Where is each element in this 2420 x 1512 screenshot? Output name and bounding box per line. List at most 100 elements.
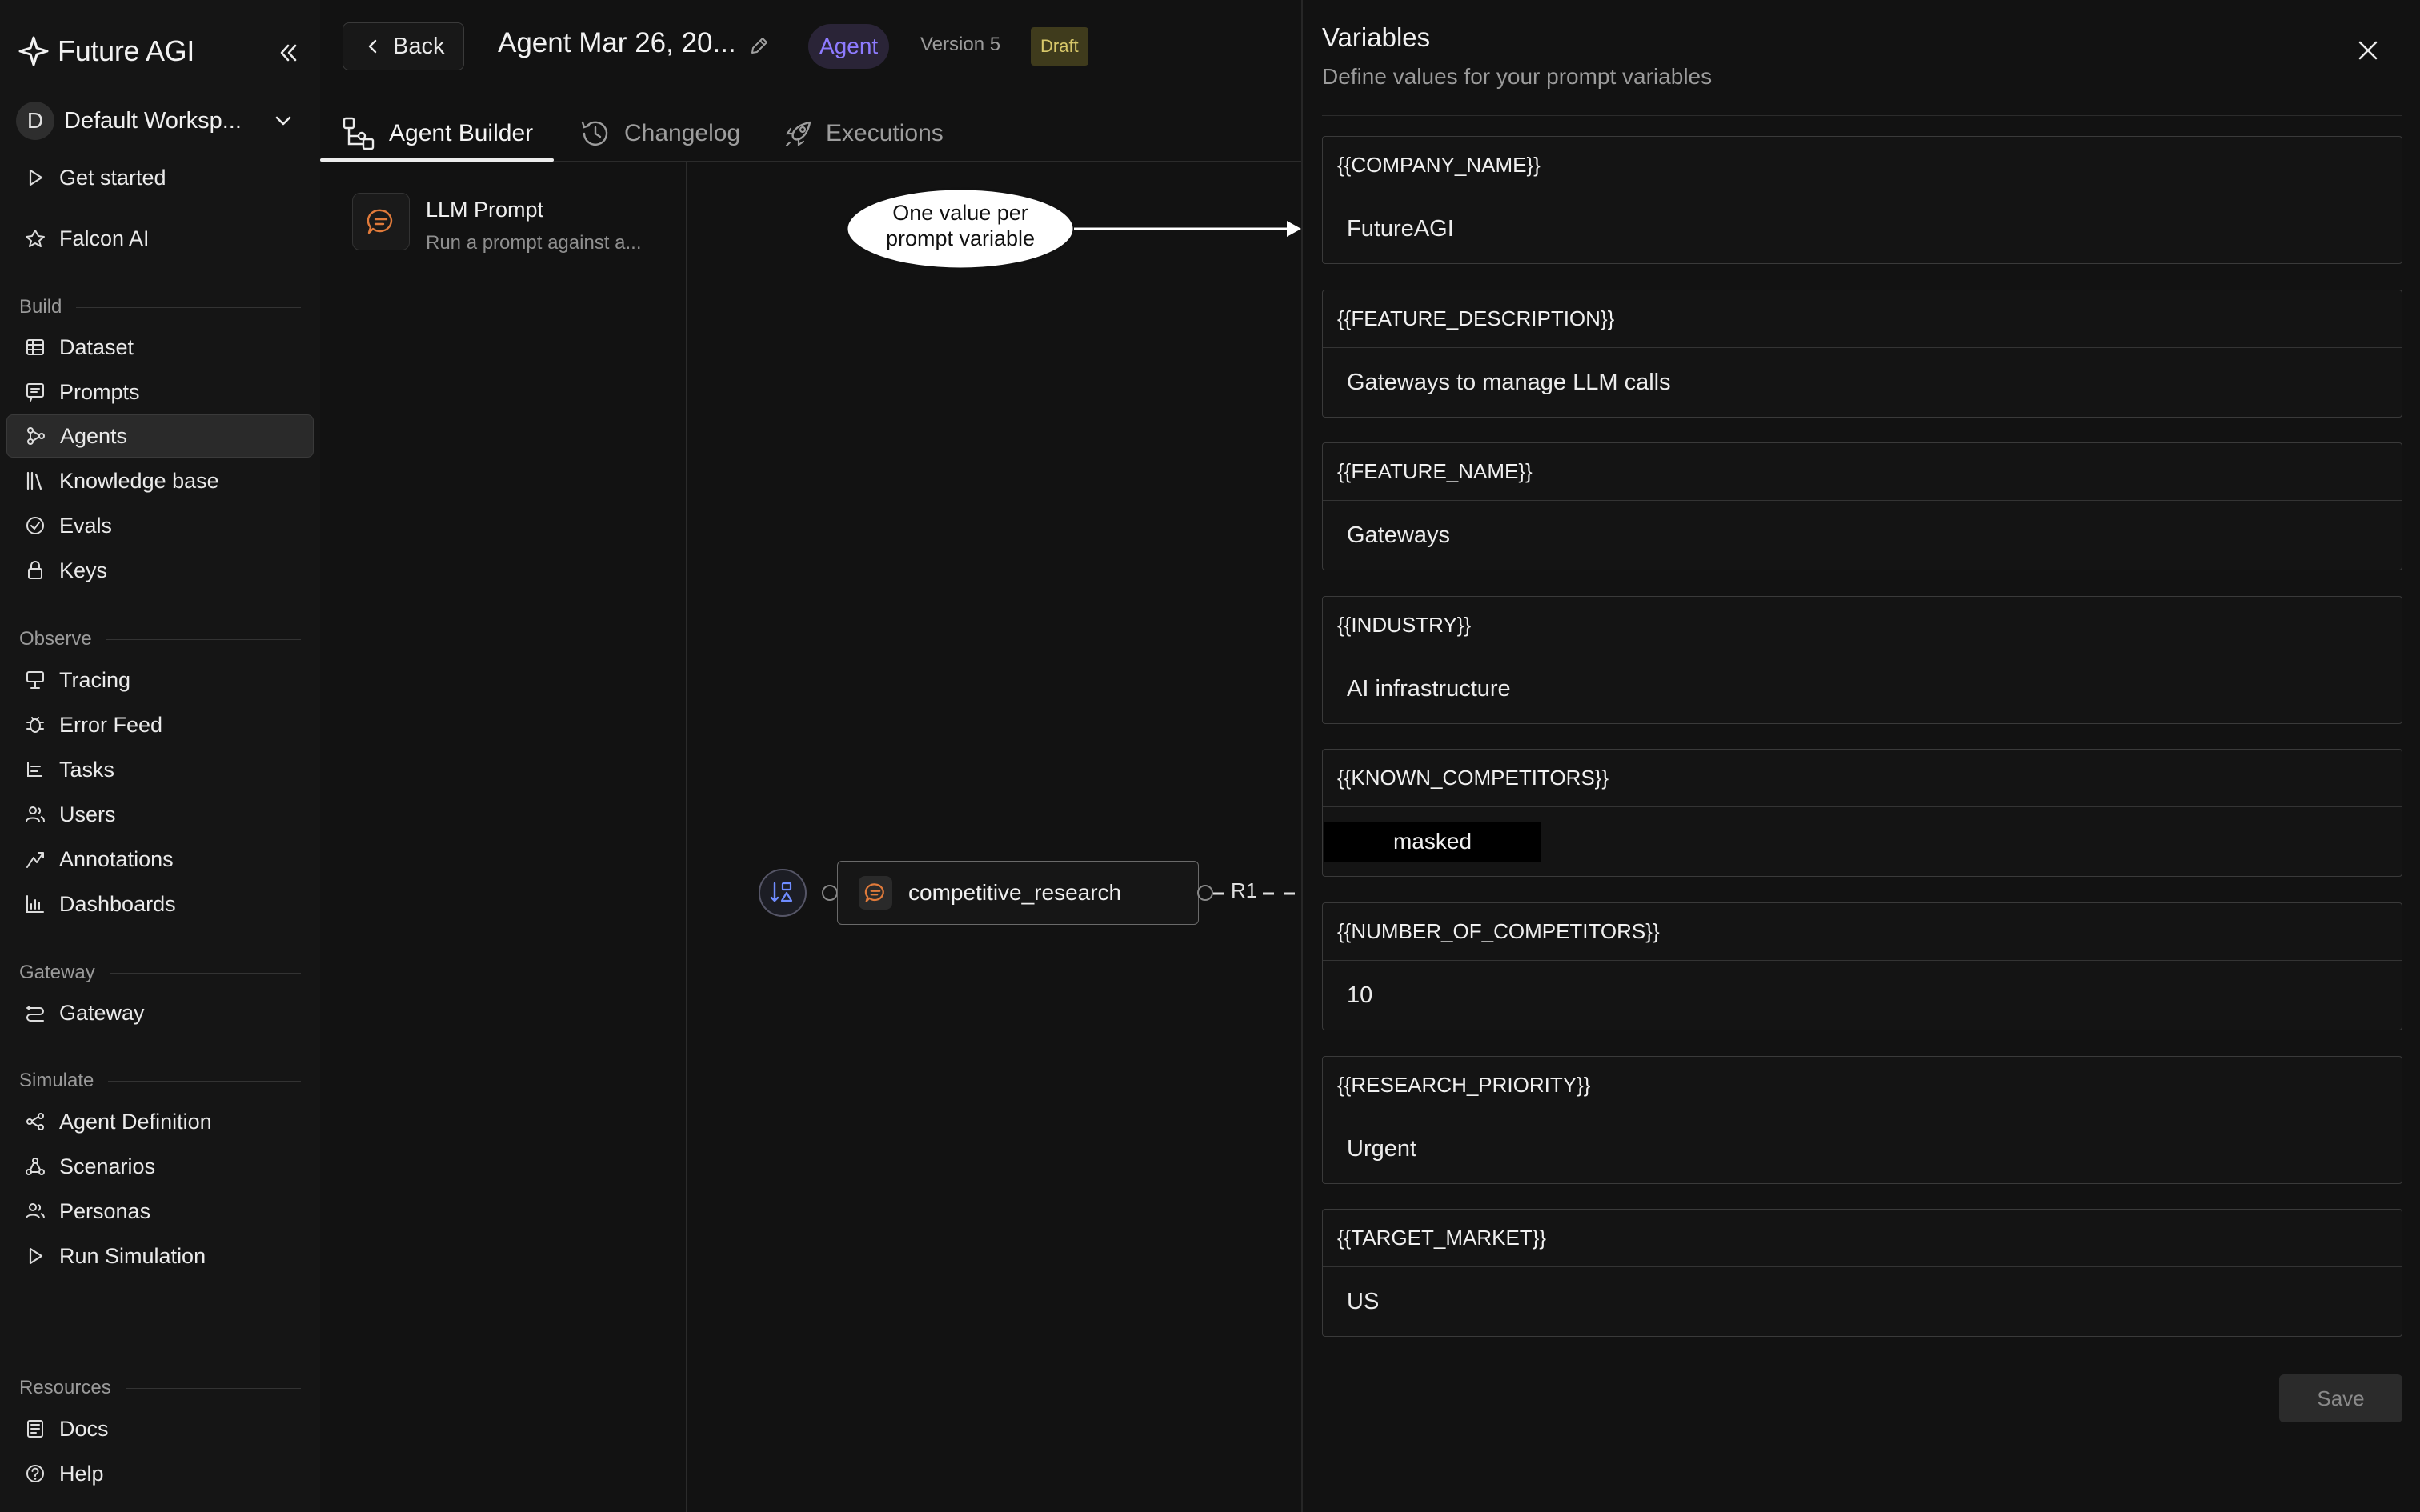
nav-falcon-ai[interactable]: Falcon AI	[6, 217, 314, 260]
brand-logo[interactable]: Future AGI	[18, 30, 194, 72]
chat-bubble-icon	[859, 876, 892, 910]
variable-card-research-priority: {{RESEARCH_PRIORITY}} Urgent	[1322, 1056, 2402, 1184]
nav-keys[interactable]: Keys	[6, 549, 314, 592]
nav-gateway[interactable]: Gateway	[6, 991, 314, 1034]
pencil-icon	[751, 38, 767, 54]
variable-name: {{INDUSTRY}}	[1323, 597, 2402, 654]
sort-shapes-icon	[770, 882, 793, 902]
nav-run-simulation[interactable]: Run Simulation	[6, 1234, 314, 1278]
nav-help[interactable]: Help	[6, 1452, 314, 1495]
variable-name: {{KNOWN_COMPETITORS}}	[1323, 750, 2402, 807]
start-node[interactable]	[759, 869, 807, 917]
variable-value-input[interactable]: 10	[1323, 961, 2402, 1030]
status-badge: Draft	[1031, 27, 1088, 66]
variable-value-input[interactable]: Gateways	[1323, 501, 2402, 570]
variable-card-target-market: {{TARGET_MARKET}} US	[1322, 1209, 2402, 1337]
variable-card-feature-name: {{FEATURE_NAME}} Gateways	[1322, 442, 2402, 570]
variable-card-known-competitors: {{KNOWN_COMPETITORS}} masked	[1322, 749, 2402, 877]
bar-chart-icon	[26, 895, 44, 913]
chevron-down-icon	[275, 116, 291, 126]
variables-drawer: Variables Define values for your prompt …	[1301, 0, 2420, 1512]
variable-name: {{COMPANY_NAME}}	[1323, 137, 2402, 194]
callout-line-2: prompt variable	[885, 226, 1036, 250]
workspace-switcher[interactable]: D Default Worksp...	[16, 101, 304, 141]
variable-value-input[interactable]: US	[1323, 1267, 2402, 1336]
tab-executions[interactable]: Executions	[783, 106, 944, 162]
nav-annotations[interactable]: Annotations	[6, 838, 314, 881]
nav-tasks[interactable]: Tasks	[6, 748, 314, 791]
tab-changelog[interactable]: Changelog	[578, 106, 740, 162]
nav-prompts[interactable]: Prompts	[6, 370, 314, 414]
nav-personas[interactable]: Personas	[6, 1190, 314, 1233]
close-icon	[2358, 41, 2378, 60]
back-button[interactable]: Back	[343, 22, 464, 70]
node-template-title: LLM Prompt	[426, 198, 544, 222]
drawer-title: Variables	[1322, 22, 1431, 52]
help-icon	[26, 1465, 44, 1482]
section-gateway: Gateway	[19, 962, 301, 984]
flow-node-competitive-research[interactable]: competitive_research	[837, 861, 1199, 925]
nav-agent-definition[interactable]: Agent Definition	[6, 1100, 314, 1143]
variable-name: {{NUMBER_OF_COMPETITORS}}	[1323, 903, 2402, 961]
nav-error-feed[interactable]: Error Feed	[6, 703, 314, 746]
variable-value-input[interactable]: FutureAGI	[1323, 194, 2402, 263]
nav-users[interactable]: Users	[6, 793, 314, 836]
variable-card-company-name: {{COMPANY_NAME}} FutureAGI	[1322, 136, 2402, 264]
input-port[interactable]	[822, 885, 838, 901]
prompt-icon	[26, 383, 44, 402]
library-icon	[26, 471, 42, 490]
tab-agent-builder[interactable]: Agent Builder	[319, 106, 555, 162]
chevrons-left-icon	[280, 44, 297, 62]
brand-name: Future AGI	[58, 34, 195, 67]
variable-name: {{RESEARCH_PRIORITY}}	[1323, 1057, 2402, 1114]
collapse-sidebar-button[interactable]	[270, 35, 306, 70]
agents-icon	[27, 427, 45, 445]
node-library-panel: LLM Prompt Run a prompt against a...	[320, 162, 687, 1512]
nav-get-started[interactable]: Get started	[6, 156, 314, 199]
masked-value: masked	[1324, 822, 1541, 862]
drawer-subtitle: Define values for your prompt variables	[1322, 64, 1713, 89]
workflow-icon	[343, 117, 375, 150]
nav-dashboards[interactable]: Dashboards	[6, 882, 314, 926]
variable-card-industry: {{INDUSTRY}} AI infrastructure	[1322, 596, 2402, 724]
workspace-name: Default Worksp...	[64, 107, 242, 134]
close-drawer-button[interactable]	[2348, 30, 2388, 70]
output-port[interactable]	[1197, 885, 1213, 901]
table-icon	[26, 339, 44, 355]
llm-prompt-node-template[interactable]: LLM Prompt Run a prompt against a...	[352, 193, 672, 260]
annotation-icon	[26, 852, 44, 868]
nav-agents[interactable]: Agents	[6, 414, 314, 458]
nav-knowledge-base[interactable]: Knowledge base	[6, 459, 314, 502]
nav-tracing[interactable]: Tracing	[6, 658, 314, 702]
nav-scenarios[interactable]: Scenarios	[6, 1145, 314, 1188]
nav-dataset[interactable]: Dataset	[6, 326, 314, 369]
variable-name: {{FEATURE_DESCRIPTION}}	[1323, 290, 2402, 348]
save-button[interactable]: Save	[2279, 1374, 2402, 1422]
variable-name: {{TARGET_MARKET}}	[1323, 1210, 2402, 1267]
variable-value-input[interactable]: Urgent	[1323, 1114, 2402, 1183]
section-resources: Resources	[19, 1377, 301, 1399]
nav-docs[interactable]: Docs	[6, 1407, 314, 1450]
play-icon	[29, 1247, 43, 1265]
history-icon	[581, 121, 608, 146]
variable-value-input[interactable]: masked	[1323, 807, 2402, 876]
variable-value-input[interactable]: Gateways to manage LLM calls	[1323, 348, 2402, 417]
variable-name: {{FEATURE_NAME}}	[1323, 443, 2402, 501]
agent-title: Agent Mar 26, 20...	[498, 27, 736, 58]
edit-title-button[interactable]	[747, 34, 771, 58]
divider	[1322, 115, 2402, 116]
play-icon	[29, 169, 43, 186]
edge-label: R1	[1231, 878, 1258, 902]
gateway-icon	[26, 1006, 44, 1022]
bug-icon	[26, 717, 44, 733]
tasks-icon	[27, 762, 42, 777]
chat-bubble-icon	[352, 193, 410, 250]
users-icon	[26, 806, 45, 822]
canvas-callout: One value per prompt variable	[845, 187, 1301, 272]
section-observe: Observe	[19, 628, 301, 650]
lock-icon	[28, 561, 42, 579]
nav-evals[interactable]: Evals	[6, 504, 314, 547]
node-template-description: Run a prompt against a...	[426, 232, 642, 254]
variable-value-input[interactable]: AI infrastructure	[1323, 654, 2402, 723]
agent-type-badge: Agent	[808, 24, 890, 69]
